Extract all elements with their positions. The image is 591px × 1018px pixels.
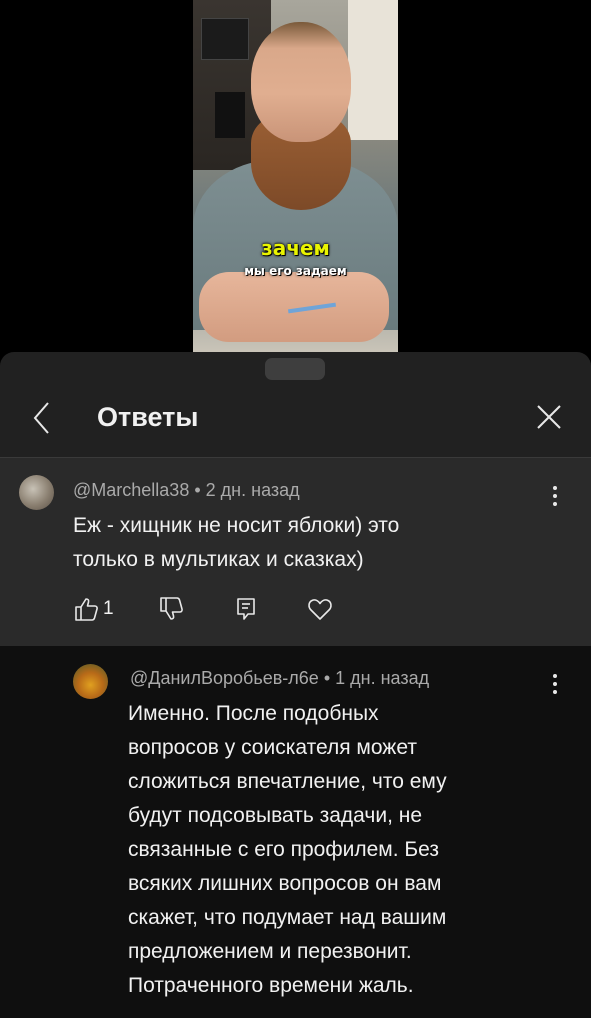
comment-text-line: только в мультиках и сказках): [73, 548, 364, 571]
comment-text-line: скажет, что подумает над вашим: [128, 906, 447, 929]
meta-separator: •: [194, 480, 201, 500]
person-head: [251, 22, 351, 142]
reply-button[interactable]: [233, 596, 259, 624]
comment-text-line: сложиться впечатление, что ему: [128, 770, 447, 793]
comment-text-line: Именно. После подобных: [128, 702, 379, 725]
parent-comment: @Marchella38 • 2 дн. назад Еж - хищник н…: [0, 458, 591, 646]
meta-separator: •: [323, 668, 331, 688]
thumb-up-icon: [75, 598, 98, 621]
like-count: 1: [103, 598, 114, 619]
heart-icon: [308, 599, 332, 620]
back-button[interactable]: [28, 400, 58, 436]
comment-text: Именно. После подобных вопросов у соиска…: [128, 697, 447, 1003]
comment-meta: @Marchella38 • 2 дн. назад: [73, 480, 300, 501]
more-button[interactable]: [551, 673, 559, 695]
more-vert-icon: [553, 674, 557, 694]
video-player[interactable]: зачем мы его задаем: [0, 0, 591, 352]
comment-text-line: предложением и перезвонит.: [128, 940, 412, 963]
heart-button[interactable]: [307, 596, 333, 624]
comment-text-line: вопросов у соискателя может: [128, 736, 417, 759]
comment-actions: 1: [73, 596, 373, 626]
comment-time: 2 дн. назад: [205, 480, 300, 500]
drag-handle[interactable]: [265, 358, 325, 380]
comment-text-line: Потраченного времени жаль.: [128, 974, 414, 997]
thumb-down-icon: [160, 597, 183, 620]
person-hands: [199, 272, 389, 342]
more-button[interactable]: [551, 485, 559, 507]
replies-header: Ответы: [0, 380, 591, 458]
page-title: Ответы: [97, 402, 199, 432]
background-wall: [348, 0, 398, 140]
comment-time: 1 дн. назад: [335, 668, 430, 688]
close-button[interactable]: [534, 402, 564, 432]
comment-author[interactable]: @Marchella38: [73, 480, 189, 500]
comment-meta: @ДанилВоробьев-л6е • 1 дн. назад: [130, 668, 429, 689]
video-frame[interactable]: зачем мы его задаем: [193, 0, 398, 352]
chevron-left-icon: [33, 402, 49, 434]
comment-text-line: Еж - хищник не носит яблоки) это: [73, 514, 400, 537]
dislike-button[interactable]: [158, 596, 184, 624]
shelf-speaker: [215, 92, 245, 138]
video-caption-top: зачем: [261, 236, 330, 260]
avatar[interactable]: [73, 664, 108, 699]
reply-icon: [237, 598, 255, 620]
avatar[interactable]: [19, 475, 54, 510]
reply-comment: @ДанилВоробьев-л6е • 1 дн. назад Именно.…: [0, 646, 591, 1018]
like-button[interactable]: 1: [73, 596, 114, 624]
shelf-box: [201, 18, 249, 60]
video-caption-bottom: мы его задаем: [244, 264, 347, 278]
more-vert-icon: [553, 486, 557, 506]
comment-text-line: всяких лишних вопросов он вам: [128, 872, 442, 895]
close-icon: [537, 405, 561, 429]
comment-text: Еж - хищник не носит яблоки) это только …: [73, 509, 399, 577]
comment-text-line: будут подсовывать задачи, не: [128, 804, 423, 827]
comment-author[interactable]: @ДанилВоробьев-л6е: [130, 668, 319, 688]
comment-text-line: связанные с его профилем. Без: [128, 838, 440, 861]
